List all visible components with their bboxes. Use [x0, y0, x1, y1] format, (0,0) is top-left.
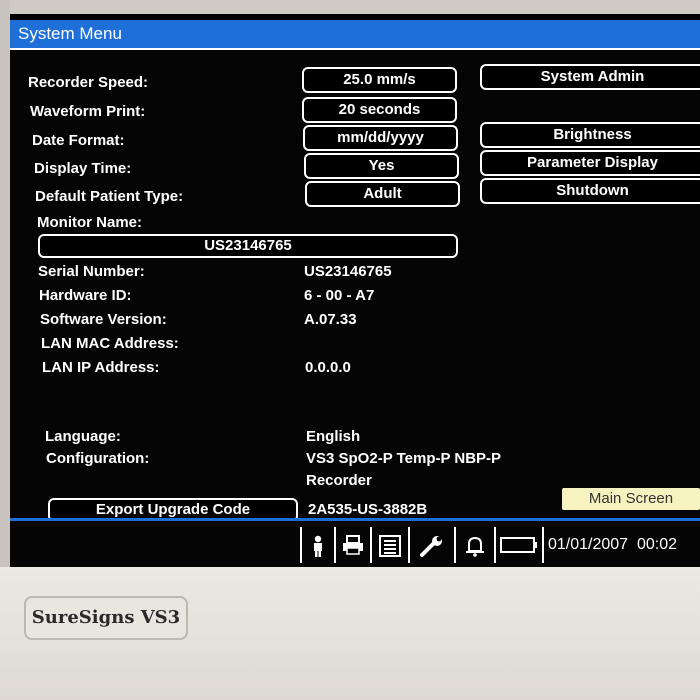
list-icon[interactable] — [370, 527, 408, 563]
recorder-speed-label: Recorder Speed: — [28, 74, 149, 91]
bell-icon[interactable] — [454, 527, 494, 563]
recorder-speed-button[interactable]: 25.0 mm/s — [302, 67, 457, 93]
upgrade-code-value: 2A535-US-3882B — [308, 501, 428, 518]
print-icon[interactable] — [334, 527, 370, 563]
monitor-screen: System Menu Recorder Speed: 25.0 mm/s Wa… — [10, 14, 700, 567]
lan-mac-address-label: LAN MAC Address: — [41, 335, 179, 352]
lan-ip-address-value: 0.0.0.0 — [305, 359, 351, 376]
date-format-label: Date Format: — [32, 132, 125, 149]
waveform-print-button[interactable]: 20 seconds — [302, 97, 457, 123]
display-time-label: Display Time: — [34, 160, 132, 177]
device-brand-logo: SureSigns VS3 — [24, 596, 188, 640]
shutdown-button[interactable]: Shutdown — [480, 178, 700, 204]
serial-number-value: US23146765 — [304, 263, 392, 280]
configuration-label: Configuration: — [46, 450, 150, 467]
battery-icon — [494, 527, 542, 563]
wrench-icon[interactable] — [408, 527, 454, 563]
hardware-id-value: 6 - 00 - A7 — [304, 287, 375, 304]
system-admin-button[interactable]: System Admin — [480, 64, 700, 90]
default-patient-type-button[interactable]: Adult — [305, 181, 460, 207]
waveform-print-label: Waveform Print: — [30, 103, 146, 120]
date-value: 01/01/2007 — [548, 536, 629, 553]
date-format-button[interactable]: mm/dd/yyyy — [303, 125, 458, 151]
lan-ip-address-label: LAN IP Address: — [42, 359, 160, 376]
time-value: 00:02 — [636, 536, 678, 553]
main-screen-button[interactable]: Main Screen — [562, 488, 700, 510]
datetime-display: 01/01/2007 00:02 — [542, 527, 700, 563]
hardware-id-label: Hardware ID: — [39, 287, 132, 304]
monitor-bezel-top — [0, 0, 700, 14]
configuration-value-line1: VS3 SpO2-P Temp-P NBP-P — [306, 450, 502, 467]
window-title: System Menu — [10, 20, 700, 48]
patient-icon[interactable] — [300, 527, 334, 563]
brightness-button[interactable]: Brightness — [480, 122, 700, 148]
monitor-name-label: Monitor Name: — [37, 214, 142, 231]
configuration-value-line2: Recorder — [306, 472, 372, 489]
display-time-button[interactable]: Yes — [304, 153, 459, 179]
default-patient-type-label: Default Patient Type: — [35, 188, 184, 205]
language-value: English — [306, 428, 361, 445]
software-version-value: A.07.33 — [304, 311, 357, 328]
serial-number-label: Serial Number: — [38, 263, 145, 280]
language-label: Language: — [45, 428, 121, 445]
monitor-bezel-left — [0, 0, 10, 570]
system-menu-panel: Recorder Speed: 25.0 mm/s Waveform Print… — [10, 48, 700, 522]
monitor-name-field[interactable]: US23146765 — [38, 234, 458, 258]
parameter-display-button[interactable]: Parameter Display — [480, 150, 700, 176]
software-version-label: Software Version: — [40, 311, 167, 328]
status-bar: 01/01/2007 00:02 — [10, 518, 700, 567]
